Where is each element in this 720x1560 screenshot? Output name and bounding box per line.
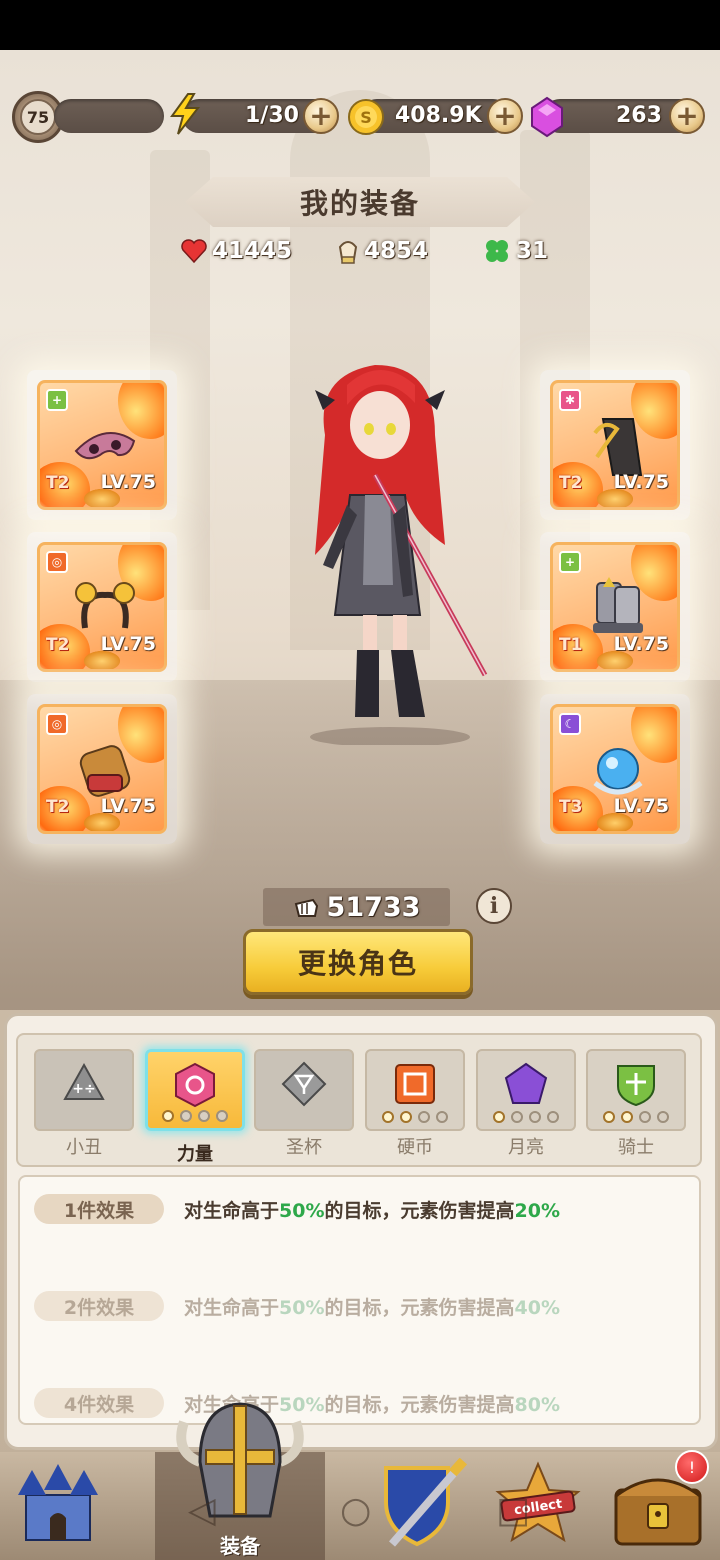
add-gold-button[interactable]: + bbox=[487, 98, 523, 134]
effect-tag: 4件效果 bbox=[34, 1388, 164, 1418]
add-gem-button[interactable]: + bbox=[669, 98, 705, 134]
page-title-banner: 我的装备 bbox=[185, 177, 535, 227]
coin-set-icon: ◎ bbox=[46, 551, 68, 573]
rarity-emblem bbox=[84, 489, 120, 507]
coin-set-icon: ◎ bbox=[46, 713, 68, 735]
knight-icon bbox=[613, 1061, 659, 1107]
system-back-icon[interactable]: ◁ bbox=[188, 1490, 216, 1531]
coin-icon bbox=[392, 1061, 438, 1107]
knight-set-icon: + bbox=[46, 389, 68, 411]
tier-label: T2 bbox=[46, 797, 70, 817]
equip-slot-right-2[interactable]: + T1 LV.75 bbox=[540, 532, 690, 682]
player-level: 75 bbox=[26, 107, 50, 127]
set-label-clown: 小丑 bbox=[66, 1137, 102, 1158]
svg-text:+÷: +÷ bbox=[72, 1081, 95, 1097]
set-label-strength: 力量 bbox=[177, 1144, 213, 1165]
add-energy-button[interactable]: + bbox=[303, 98, 339, 134]
combat-power: 51733 bbox=[263, 888, 450, 926]
castle-icon[interactable] bbox=[8, 1460, 108, 1550]
gem-value: 263 bbox=[616, 103, 662, 128]
rarity-emblem bbox=[84, 813, 120, 831]
system-home-icon[interactable]: ○ bbox=[340, 1490, 371, 1531]
combat-power-value: 51733 bbox=[326, 891, 421, 923]
luck-stat: 31 bbox=[482, 236, 548, 266]
hp-value: 41445 bbox=[212, 238, 293, 264]
heart-icon bbox=[181, 239, 207, 264]
rarity-emblem bbox=[84, 651, 120, 669]
character-model[interactable] bbox=[285, 345, 505, 745]
equip-slot-right-3[interactable]: ☾ T3 LV.75 bbox=[540, 694, 690, 844]
equip-slot-left-1[interactable]: + T2 LV.75 bbox=[27, 370, 177, 520]
effect-description: 对生命高于50%的目标，元素伤害提高20% bbox=[184, 1199, 560, 1222]
tier-label: T2 bbox=[46, 635, 70, 655]
gold-value: 408.9K bbox=[395, 103, 482, 128]
fist-icon bbox=[338, 241, 358, 264]
set-label-coin: 硬币 bbox=[397, 1137, 433, 1158]
change-character-button[interactable]: 更换角色 bbox=[243, 929, 473, 995]
moon-set-icon: ☾ bbox=[559, 713, 581, 735]
set-progress-dots bbox=[162, 1110, 228, 1122]
set-progress-dots bbox=[382, 1111, 448, 1123]
set-effect-2: 2件效果 对生命高于50%的目标，元素伤害提高40% bbox=[34, 1291, 560, 1321]
rarity-emblem bbox=[597, 489, 633, 507]
set-label-knight: 骑士 bbox=[618, 1137, 654, 1158]
set-tab-grail[interactable] bbox=[254, 1049, 354, 1131]
notification-badge: ! bbox=[675, 1450, 709, 1484]
set-tab-moon[interactable] bbox=[476, 1049, 576, 1131]
gold-coin-icon: S bbox=[348, 99, 384, 135]
equip-slot-left-3[interactable]: ◎ T2 LV.75 bbox=[27, 694, 177, 844]
attack-value: 4854 bbox=[364, 238, 429, 264]
effect-tag: 1件效果 bbox=[34, 1194, 164, 1224]
set-label-grail: 圣杯 bbox=[286, 1137, 322, 1158]
equip-card: + T2 LV.75 bbox=[37, 380, 167, 510]
energy-value: 1/30 bbox=[245, 103, 299, 128]
page-title: 我的装备 bbox=[299, 187, 420, 220]
gem-icon bbox=[531, 96, 563, 138]
clown-icon: +÷ bbox=[61, 1061, 107, 1107]
equip-card: + T1 LV.75 bbox=[550, 542, 680, 672]
set-tab-strength[interactable] bbox=[145, 1049, 245, 1131]
info-button[interactable]: i bbox=[476, 888, 512, 924]
svg-text:S: S bbox=[360, 108, 372, 127]
equip-slot-right-1[interactable]: ✱ T2 LV.75 bbox=[540, 370, 690, 520]
equip-card: ✱ T2 LV.75 bbox=[550, 380, 680, 510]
equip-card: ☾ T3 LV.75 bbox=[550, 704, 680, 834]
fist-icon bbox=[294, 898, 318, 917]
shield-sword-icon[interactable] bbox=[372, 1458, 472, 1548]
status-bar bbox=[0, 0, 720, 50]
moon-icon bbox=[503, 1061, 549, 1107]
nav-active-label: 装备 bbox=[220, 1534, 260, 1558]
tier-label: T2 bbox=[46, 473, 70, 493]
set-effect-1: 1件效果 对生命高于50%的目标，元素伤害提高20% bbox=[34, 1194, 560, 1224]
tier-label: T2 bbox=[559, 473, 583, 493]
lightning-icon bbox=[170, 93, 201, 135]
equip-card: ◎ T2 LV.75 bbox=[37, 542, 167, 672]
tier-label: T3 bbox=[559, 797, 583, 817]
grail-icon bbox=[281, 1061, 327, 1107]
effect-tag: 2件效果 bbox=[34, 1291, 164, 1321]
rarity-emblem bbox=[597, 651, 633, 669]
equip-card: ◎ T2 LV.75 bbox=[37, 704, 167, 834]
change-character-label: 更换角色 bbox=[297, 947, 418, 980]
set-tab-coin[interactable] bbox=[365, 1049, 465, 1131]
equip-slot-left-2[interactable]: ◎ T2 LV.75 bbox=[27, 532, 177, 682]
rarity-emblem bbox=[597, 813, 633, 831]
tier-label: T1 bbox=[559, 635, 583, 655]
set-progress-dots bbox=[603, 1111, 669, 1123]
player-exp-bar bbox=[54, 99, 164, 133]
hp-stat: 41445 bbox=[180, 236, 292, 266]
set-label-moon: 月亮 bbox=[508, 1137, 544, 1158]
set-progress-dots bbox=[493, 1111, 559, 1123]
attack-stat: 4854 bbox=[336, 236, 428, 266]
effect-description: 对生命高于50%的目标，元素伤害提高40% bbox=[184, 1296, 560, 1319]
strength-icon bbox=[172, 1062, 218, 1108]
clover-icon bbox=[486, 240, 508, 262]
knight-set-icon: + bbox=[559, 551, 581, 573]
system-recents-icon[interactable]: □ bbox=[496, 1490, 530, 1531]
strength-set-icon: ✱ bbox=[559, 389, 581, 411]
luck-value: 31 bbox=[516, 238, 549, 264]
set-tab-knight[interactable] bbox=[586, 1049, 686, 1131]
set-tab-clown[interactable]: +÷ bbox=[34, 1049, 134, 1131]
